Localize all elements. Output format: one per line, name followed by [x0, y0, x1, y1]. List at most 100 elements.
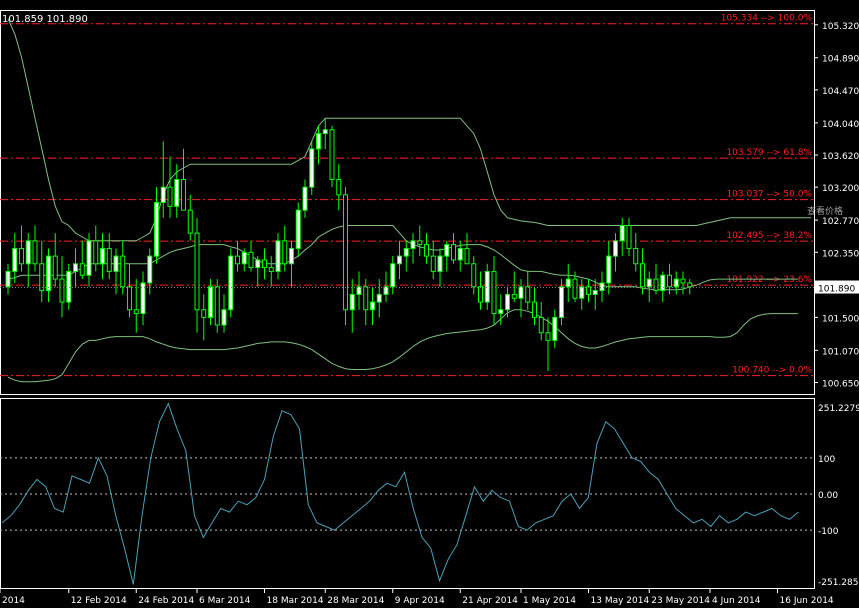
candle-body-bear — [511, 293, 517, 299]
time-axis-label: 13 May 2014 — [591, 596, 650, 606]
candle-body-bull — [221, 309, 227, 326]
candle-body-bull — [154, 202, 159, 257]
candle-body-bull — [147, 255, 153, 284]
candle-body-bear — [363, 286, 369, 311]
time-axis-label: 4 Jun 2014 — [712, 596, 761, 606]
price-axis-label: 102.350 — [822, 249, 859, 259]
price-tag-label: 101.890 — [818, 285, 855, 295]
price-axis-label: 105.320 — [822, 22, 859, 32]
candle-body-bear — [336, 179, 342, 196]
candle-body-bear — [79, 263, 85, 276]
candle-body-bull — [174, 179, 180, 207]
candle-body-bear — [680, 278, 686, 284]
price-axis-label: 101.500 — [822, 314, 859, 324]
price-axis-label: 101.070 — [822, 347, 859, 357]
fibo-level-label: 101.922 --> 23.6% — [726, 275, 812, 285]
candle-body-bull — [66, 270, 72, 303]
candle-body-bull — [518, 286, 524, 299]
price-axis-label: 100.650 — [822, 380, 859, 390]
candle-body-bear — [417, 240, 423, 246]
candle-body-bull — [437, 255, 443, 272]
candle-body-bull — [275, 240, 281, 272]
candle-body-bull — [592, 290, 598, 295]
candle-body-bear — [491, 270, 497, 315]
candle-body-bear — [19, 247, 24, 265]
candle-body-bull — [5, 270, 11, 288]
candle-body-bull — [12, 247, 18, 272]
candle-body-bear — [106, 247, 112, 272]
candle-body-bull — [673, 278, 679, 288]
time-axis-label: 21 Apr 2014 — [462, 596, 518, 606]
candle-body-bear — [235, 255, 240, 265]
candle-body-bull — [397, 255, 402, 265]
price-axis-label: 104.890 — [822, 55, 859, 65]
candle-body-bull — [660, 274, 666, 292]
candle-body-bull — [606, 255, 612, 284]
candle-body-bull — [295, 209, 301, 249]
cci-axis-label: -251.2858 — [818, 578, 859, 588]
candle-body-bull — [613, 240, 618, 257]
candle-body-bull — [552, 316, 558, 341]
candle-body-bear — [424, 244, 429, 257]
candle-body-bear — [201, 309, 207, 318]
price-axis-label: 103.620 — [822, 152, 859, 162]
candle-body-bear — [194, 232, 200, 311]
candle-body-bull — [316, 133, 321, 150]
candle-body-bull — [309, 148, 315, 188]
candle-body-bull — [403, 247, 409, 257]
candle-body-bull — [505, 293, 510, 311]
fibo-level-label: 103.579 --> 61.8% — [726, 148, 812, 158]
candle-body-bear — [167, 186, 173, 207]
time-axis-label: 16 Jun 2014 — [780, 596, 834, 606]
candle-body-bull — [25, 240, 31, 265]
candle-body-bull — [370, 301, 375, 311]
candle-body-bear — [451, 244, 456, 261]
candle-body-bull — [444, 244, 450, 257]
fibo-level-label: 103.037 --> 50.0% — [726, 190, 812, 200]
candle-body-bear — [626, 224, 632, 249]
time-axis-label: 23 May 2014 — [651, 596, 710, 606]
candle-body-bear — [471, 263, 477, 288]
candle-body-bull — [289, 247, 294, 265]
candle-body-bull — [241, 251, 247, 265]
candle-body-bear — [187, 209, 193, 234]
price-axis-label: 104.470 — [822, 87, 859, 97]
fibo-level-label: 100.740 --> 0.0% — [732, 366, 812, 376]
cci-axis-label: 100 — [818, 455, 835, 465]
candle-body-bear — [32, 240, 38, 265]
candle-body-bull — [113, 255, 119, 272]
candle-body-bull — [565, 278, 571, 288]
quote-readout: 101.859 101.890 — [2, 14, 88, 25]
candle-body-bull — [484, 270, 490, 303]
fibo-level-label: 102.495 --> 38.2% — [726, 231, 812, 241]
candle-body-bull — [579, 286, 585, 299]
candle-body-bear — [52, 255, 58, 280]
candle-body-bear — [282, 240, 288, 265]
price-axis-label: 103.200 — [822, 184, 859, 194]
candle-body-bull — [410, 240, 416, 249]
candle-body-bear — [687, 282, 693, 288]
price-axis-label: 104.040 — [822, 120, 859, 130]
time-axis-label: 12 Feb 2014 — [71, 596, 127, 606]
candle-body-bear — [39, 263, 45, 292]
candle-body-bull — [302, 186, 308, 211]
candle-body-bull — [46, 255, 51, 292]
cci-axis-label: -100 — [818, 527, 839, 537]
cci-axis-label: 0.00 — [818, 491, 838, 501]
cci-axis-label: 251.2279 — [818, 404, 859, 414]
candle-body-bear — [59, 278, 65, 303]
candle-body-bull — [228, 255, 234, 311]
candle-body-bear — [640, 263, 645, 288]
candle-body-bear — [133, 309, 139, 315]
candle-body-bear — [343, 194, 348, 311]
candle-body-bear — [181, 179, 186, 211]
candle-body-bear — [532, 301, 537, 318]
candle-body-bull — [73, 263, 78, 272]
candle-body-bear — [127, 286, 132, 311]
trading-chart: 105.334 --> 100.0% 103.579 --> 61.8% 103.0… — [0, 0, 859, 608]
candle-body-bear — [653, 278, 659, 292]
candle-body-bear — [262, 259, 267, 269]
candle-body-bear — [667, 274, 672, 288]
candle-body-bull — [376, 293, 382, 303]
candle-body-bear — [633, 247, 639, 265]
